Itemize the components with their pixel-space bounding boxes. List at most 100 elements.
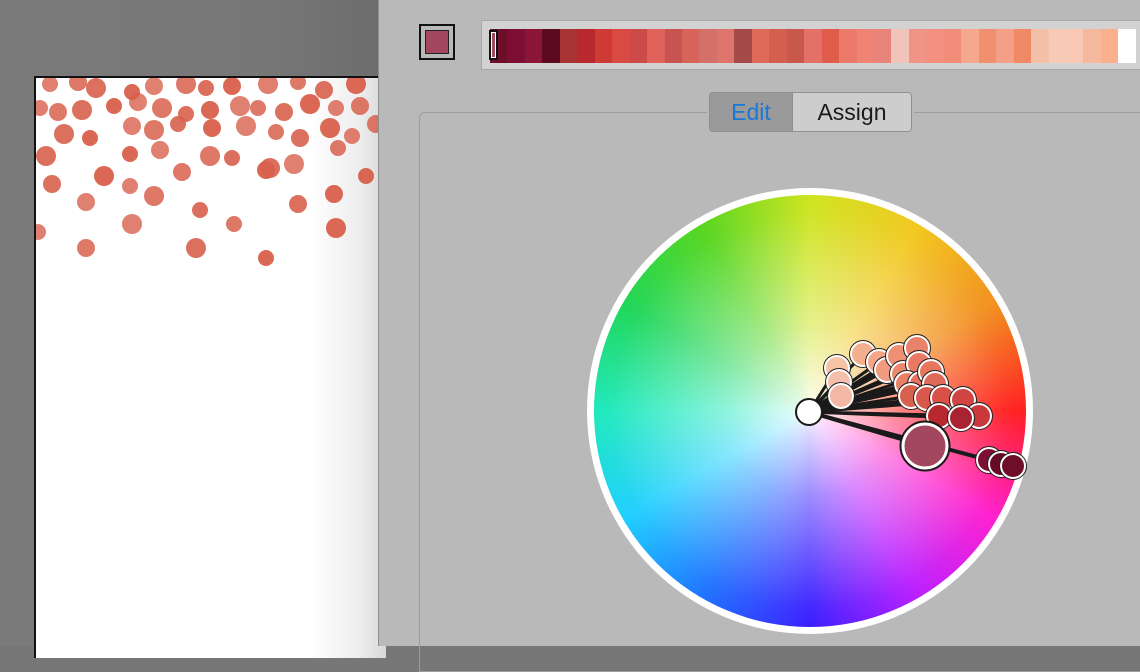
color-chip[interactable] [751, 29, 770, 63]
confetti-dot [170, 116, 186, 132]
color-marker[interactable] [828, 383, 854, 409]
confetti-dot [69, 78, 87, 91]
confetti-dot [192, 202, 208, 218]
confetti-dot [129, 93, 147, 111]
confetti-dot [230, 96, 250, 116]
color-chip[interactable] [1031, 29, 1049, 63]
confetti-dot [36, 146, 56, 166]
base-color-marker-icon[interactable] [795, 398, 823, 426]
color-chip[interactable] [978, 29, 997, 63]
confetti-dot [344, 128, 360, 144]
confetti-dot [43, 175, 61, 193]
confetti-dot [315, 81, 333, 99]
color-chip[interactable] [716, 29, 735, 63]
color-wheel[interactable] [587, 188, 1033, 634]
color-chip[interactable] [908, 29, 927, 63]
confetti-dot [284, 154, 304, 174]
color-chip[interactable] [629, 29, 648, 63]
color-chip[interactable] [647, 29, 665, 63]
color-chip[interactable] [681, 29, 700, 63]
confetti-dot [351, 97, 369, 115]
color-chip[interactable] [996, 29, 1014, 63]
confetti-dot [320, 118, 340, 138]
selected-color-marker-icon[interactable] [901, 422, 949, 470]
color-chip[interactable] [943, 29, 962, 63]
color-chip[interactable] [1100, 29, 1119, 63]
color-chip[interactable] [891, 29, 909, 63]
color-chip[interactable] [734, 29, 752, 63]
confetti-dot [300, 94, 320, 114]
confetti-dot [151, 141, 169, 159]
confetti-dot [72, 100, 92, 120]
color-chip[interactable] [1083, 29, 1101, 63]
confetti-dot [289, 195, 307, 213]
confetti-dot [36, 100, 48, 116]
color-chip[interactable] [786, 29, 805, 63]
confetti-dot [123, 117, 141, 135]
color-chip[interactable] [664, 29, 682, 63]
color-chip[interactable] [524, 29, 543, 63]
confetti-dot [328, 100, 344, 116]
color-group-chips [490, 29, 1136, 63]
color-chip[interactable] [699, 29, 717, 63]
confetti-dot [224, 150, 240, 166]
color-chip[interactable] [839, 29, 857, 63]
confetti-dot [49, 103, 67, 121]
color-marker[interactable] [1000, 453, 1026, 479]
confetti-dot [201, 101, 219, 119]
color-chip[interactable] [856, 29, 874, 63]
confetti-dot [223, 78, 241, 95]
tab-assign[interactable]: Assign [792, 93, 911, 131]
confetti-dot [260, 158, 280, 178]
confetti-dot [122, 214, 142, 234]
color-chip[interactable] [873, 29, 892, 63]
confetti-dot [173, 163, 191, 181]
confetti-dot [330, 140, 346, 156]
confetti-dot [258, 78, 278, 94]
confetti-dot [122, 178, 138, 194]
color-marker[interactable] [948, 405, 974, 431]
artboard[interactable] [34, 76, 386, 658]
confetti-dot [106, 98, 122, 114]
current-color-swatch[interactable] [419, 24, 455, 60]
confetti-dot [122, 146, 138, 162]
color-chip[interactable] [577, 29, 595, 63]
color-chip[interactable] [1065, 29, 1084, 63]
confetti-dot [186, 238, 206, 258]
confetti-dot [203, 119, 221, 137]
confetti-dot [326, 218, 346, 238]
confetti-dot [226, 216, 242, 232]
confetti-dot [358, 168, 374, 184]
color-chip[interactable] [804, 29, 822, 63]
color-markers[interactable] [587, 188, 1033, 634]
color-chip[interactable] [507, 29, 525, 63]
color-chip[interactable] [612, 29, 630, 63]
confetti-artwork[interactable] [36, 78, 386, 278]
confetti-dot [176, 78, 196, 94]
color-chip[interactable] [769, 29, 787, 63]
confetti-dot [291, 129, 309, 147]
color-group-strip[interactable] [481, 20, 1140, 70]
confetti-dot [198, 80, 214, 96]
color-chip[interactable] [559, 29, 578, 63]
color-chip[interactable] [1013, 29, 1032, 63]
color-chip[interactable] [926, 29, 944, 63]
confetti-dot [86, 78, 106, 98]
tab-edit[interactable]: Edit [710, 93, 792, 131]
color-chip[interactable] [594, 29, 613, 63]
selected-color-marker[interactable] [489, 30, 498, 60]
color-chip[interactable] [821, 29, 840, 63]
color-chip[interactable] [1118, 29, 1136, 63]
document-canvas[interactable] [0, 0, 386, 658]
confetti-dot [36, 224, 46, 240]
color-chip[interactable] [961, 29, 979, 63]
confetti-dot [144, 120, 164, 140]
confetti-dot [290, 78, 306, 90]
color-chip[interactable] [1048, 29, 1066, 63]
confetti-dot [236, 116, 256, 136]
color-chip[interactable] [542, 29, 560, 63]
confetti-dot [77, 193, 95, 211]
confetti-dot [152, 98, 172, 118]
confetti-dot [145, 78, 163, 95]
mode-tabs: Edit Assign [709, 92, 912, 132]
